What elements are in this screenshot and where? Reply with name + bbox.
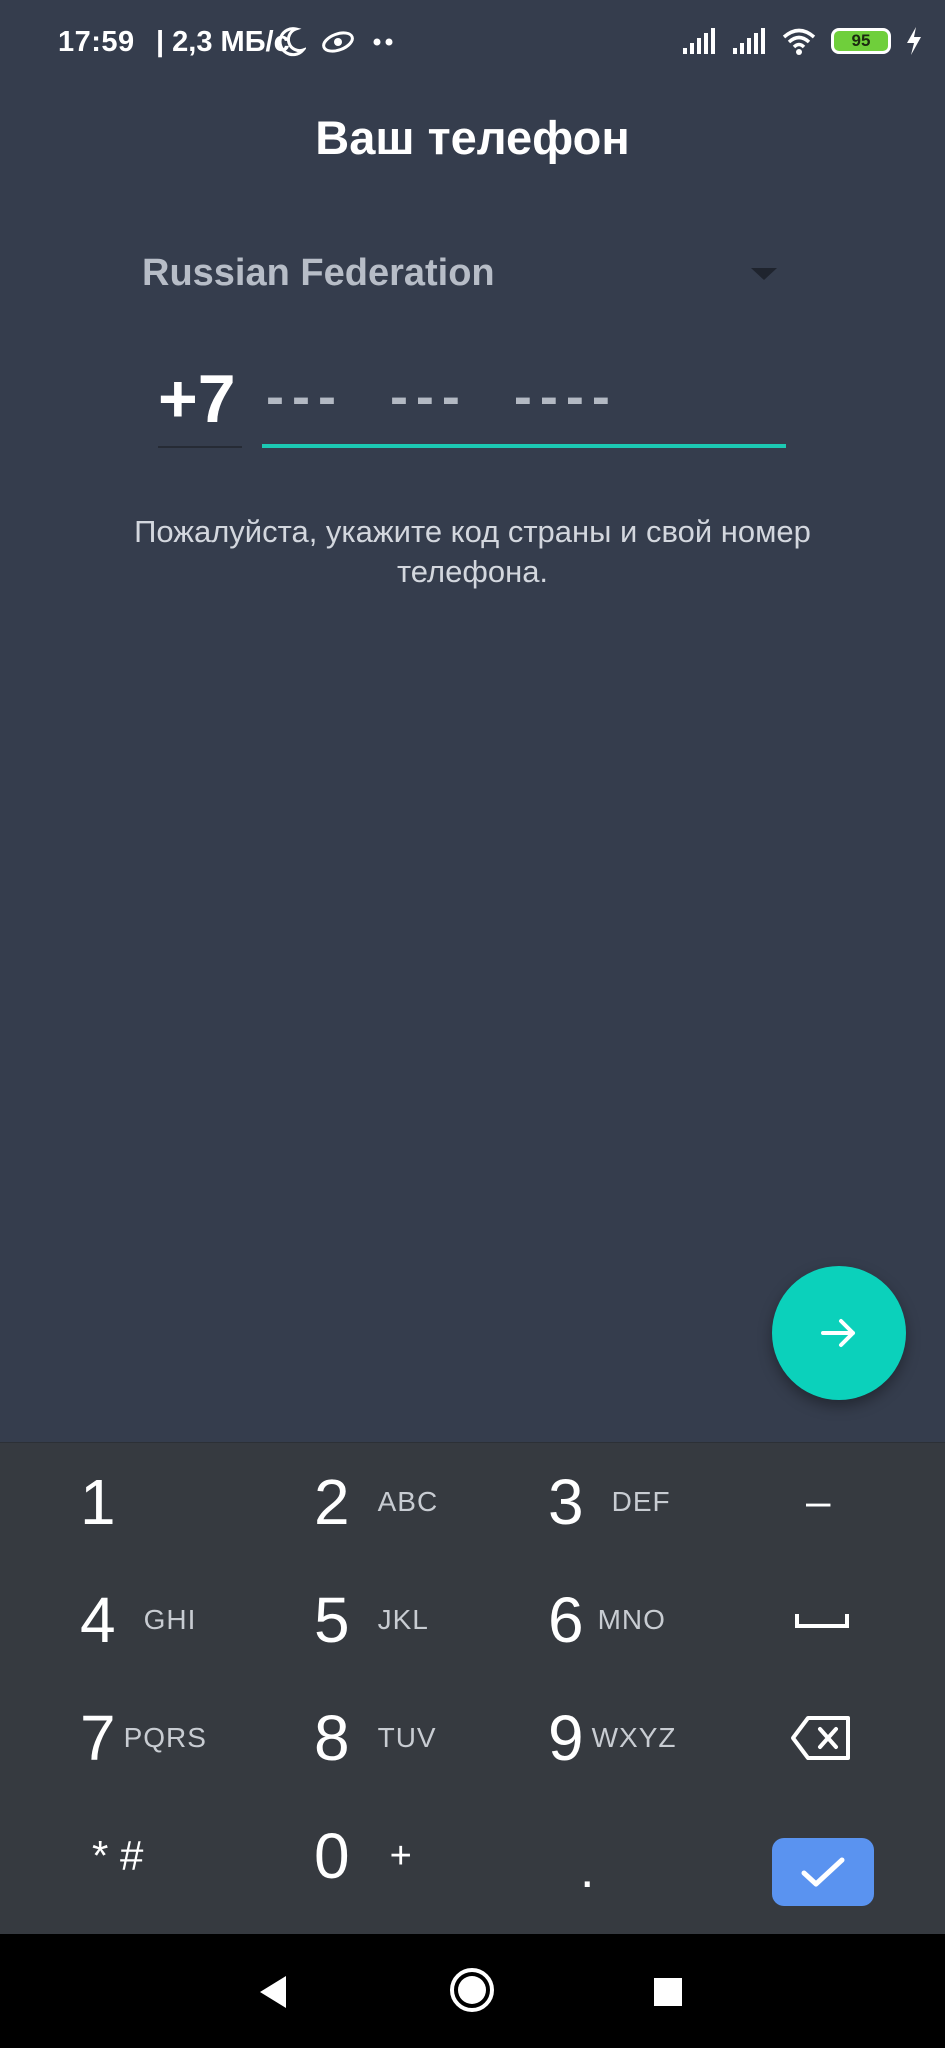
- status-time: 17:59: [58, 26, 135, 58]
- key-digit: 6: [548, 1584, 584, 1656]
- key-letters: ABC: [377, 1486, 439, 1517]
- backspace-icon: [791, 1716, 850, 1760]
- key-1[interactable]: 1: [80, 1443, 116, 1561]
- phone-number-input[interactable]: --- --- ----: [262, 352, 786, 448]
- moon-icon: [278, 27, 306, 57]
- home-icon[interactable]: [450, 1968, 494, 2012]
- key-letters: WXYZ: [591, 1722, 677, 1753]
- key-5[interactable]: 5 JKL: [314, 1561, 429, 1679]
- key-4[interactable]: 4 GHI: [80, 1561, 196, 1679]
- hint-text: Пожалуйста, укажите код страны и свой но…: [134, 514, 811, 589]
- signal-icon: [733, 28, 765, 54]
- key-letters: JKL: [377, 1604, 429, 1635]
- key-letters: DEF: [611, 1486, 671, 1517]
- space-icon: [795, 1614, 849, 1628]
- back-icon[interactable]: [260, 1976, 286, 2008]
- key-7[interactable]: 7 PQRS: [80, 1679, 207, 1797]
- key-digit: 9: [548, 1702, 584, 1774]
- checkmark-icon: [801, 1857, 845, 1887]
- key-digit: 3: [548, 1466, 584, 1538]
- key-6[interactable]: 6 MNO: [548, 1561, 666, 1679]
- key-digit: 1: [80, 1466, 116, 1538]
- key-digit: 8: [314, 1702, 350, 1774]
- key-space[interactable]: [794, 1561, 850, 1679]
- dash-symbol: –: [806, 1477, 831, 1526]
- status-bar: 17:59 | 2,3 МБ/с 95: [0, 0, 945, 88]
- country-name: Russian Federation: [142, 252, 495, 294]
- key-0[interactable]: 0 +: [314, 1797, 412, 1915]
- key-letters: TUV: [377, 1722, 437, 1753]
- country-selector[interactable]: Russian Federation: [142, 248, 782, 304]
- key-dash[interactable]: –: [806, 1443, 830, 1561]
- home-icon-inner: [458, 1976, 486, 2004]
- battery-level: 95: [851, 31, 871, 50]
- phone-entry-screen: 17:59 | 2,3 МБ/с 95 Ваш телефон Russian …: [0, 0, 945, 2048]
- signal-icon: [683, 28, 715, 54]
- status-notification-icons: [276, 26, 396, 58]
- recents-icon[interactable]: [654, 1978, 682, 2006]
- dropdown-caret-icon: [751, 268, 777, 280]
- system-navigation-bar: [0, 1934, 945, 2048]
- star-hash-symbol: * #: [92, 1832, 144, 1879]
- key-digit: 5: [314, 1584, 350, 1656]
- dot-symbol: .: [580, 1841, 595, 1899]
- key-letters: MNO: [597, 1604, 666, 1635]
- wifi-icon: [782, 28, 816, 55]
- key-digit: 2: [314, 1466, 350, 1538]
- more-dots-icon: [373, 38, 393, 46]
- network-speed: | 2,3 МБ/с: [156, 26, 290, 58]
- page-title: Ваш телефон: [315, 111, 630, 164]
- battery-icon: 95: [831, 28, 891, 54]
- backspace-button[interactable]: [790, 1679, 854, 1797]
- key-digit: 7: [80, 1702, 116, 1774]
- numeric-keypad: 1 2 ABC 3 DEF – 4 GHI 5 JKL 6 MNO 7 PQRS…: [0, 1442, 945, 1934]
- country-code-field[interactable]: +7: [158, 352, 242, 448]
- key-digit: 4: [80, 1584, 116, 1656]
- confirm-button[interactable]: [772, 1838, 874, 1906]
- app-notification-icon: [322, 31, 354, 53]
- phone-number-placeholder: --- --- ----: [266, 367, 618, 427]
- key-9[interactable]: 9 WXYZ: [548, 1679, 676, 1797]
- key-star-hash[interactable]: * #: [92, 1797, 143, 1915]
- key-dot[interactable]: .: [580, 1797, 594, 1915]
- charging-icon: [907, 27, 921, 55]
- key-2[interactable]: 2 ABC: [314, 1443, 438, 1561]
- key-3[interactable]: 3 DEF: [548, 1443, 671, 1561]
- country-code-value: +7: [158, 361, 236, 437]
- key-letters: GHI: [143, 1604, 197, 1635]
- key-digit: 0: [314, 1820, 350, 1892]
- key-letters: PQRS: [123, 1722, 207, 1753]
- key-8[interactable]: 8 TUV: [314, 1679, 437, 1797]
- next-button[interactable]: [772, 1266, 906, 1400]
- arrow-right-icon: [821, 1319, 855, 1347]
- key-plus: +: [389, 1834, 412, 1877]
- status-right-group: 95: [681, 26, 923, 56]
